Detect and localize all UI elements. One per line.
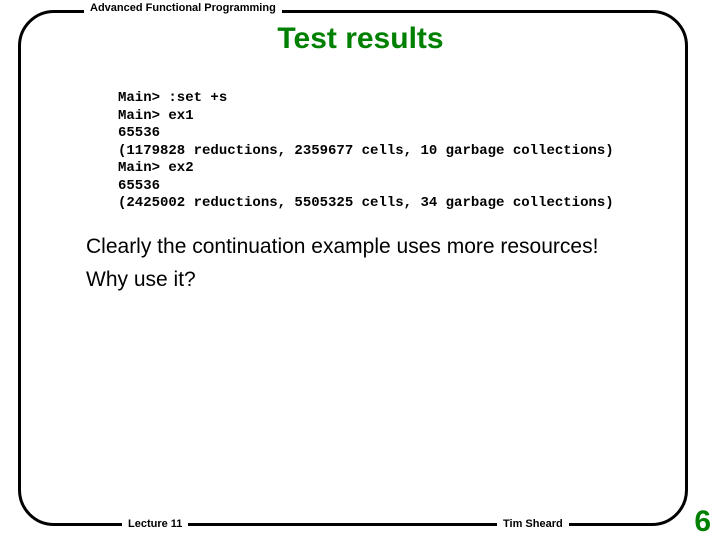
body-paragraph-2: Why use it?: [86, 267, 646, 294]
code-output: Main> :set +s Main> ex1 65536 (1179828 r…: [118, 90, 614, 213]
author-label: Tim Sheard: [497, 518, 569, 530]
body-text: Clearly the continuation example uses mo…: [86, 234, 646, 300]
body-paragraph-1: Clearly the continuation example uses mo…: [86, 234, 646, 261]
page-number: 6: [694, 505, 711, 539]
lecture-label: Lecture 11: [122, 518, 188, 530]
course-label: Advanced Functional Programming: [84, 2, 282, 14]
slide: Advanced Functional Programming Test res…: [0, 0, 721, 541]
slide-title: Test results: [0, 22, 721, 56]
